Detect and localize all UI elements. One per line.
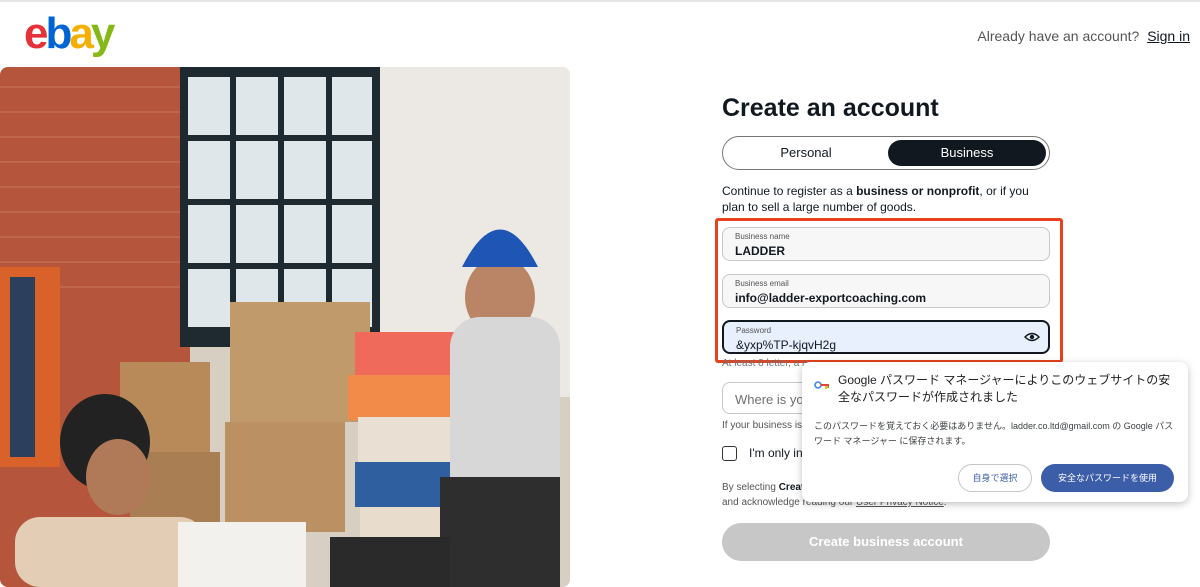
choose-own-password-button[interactable]: 自身で選択 <box>958 464 1032 492</box>
hero-photo-illustration <box>0 67 570 587</box>
create-business-account-button[interactable]: Create business account <box>722 523 1050 561</box>
password-value: &yxp%TP-kjqvH2g <box>736 338 837 352</box>
already-account-text: Already have an account? <box>977 28 1140 44</box>
account-description: Continue to register as a business or no… <box>722 184 1029 214</box>
google-popup-body: このパスワードを覚えておく必要はありません。ladder.co.ltd@gmai… <box>814 421 1174 446</box>
google-password-popup: Google パスワード マネージャーによりこのウェブサイトの安全なパスワードが… <box>802 362 1188 502</box>
account-type-toggle: Personal Business <box>722 136 1050 170</box>
use-strong-password-button[interactable]: 安全なパスワードを使用 <box>1041 464 1174 492</box>
google-key-icon <box>814 381 829 389</box>
legal-text-line1: By selecting Create <box>722 482 810 493</box>
signup-form: Create an account Personal Business Cont… <box>722 92 1052 214</box>
business-email-label: Business email <box>735 279 789 288</box>
password-hint: At least 8 letter, a n <box>722 358 808 369</box>
google-popup-title: Google パスワード マネージャーによりこのウェブサイトの安全なパスワードが… <box>838 373 1171 404</box>
only-interested-checkbox[interactable] <box>722 446 737 461</box>
business-email-value: info@ladder-exportcoaching.com <box>735 291 927 305</box>
page-title: Create an account <box>722 94 939 122</box>
location-help-text: If your business isn <box>722 420 808 431</box>
show-password-icon[interactable] <box>1024 331 1040 343</box>
business-name-label: Business name <box>735 232 790 241</box>
signin-prompt: Already have an account? Sign in <box>977 28 1190 44</box>
top-divider <box>0 0 1200 2</box>
password-field[interactable]: Password &yxp%TP-kjqvH2g <box>722 320 1050 354</box>
business-name-value: LADDER <box>735 244 785 258</box>
password-label: Password <box>736 326 772 335</box>
only-interested-label: I'm only int <box>749 446 806 460</box>
business-email-field[interactable]: Business email info@ladder-exportcoachin… <box>722 274 1050 308</box>
business-name-field[interactable]: Business name LADDER <box>722 227 1050 261</box>
sign-in-link[interactable]: Sign in <box>1147 28 1190 44</box>
tab-business[interactable]: Business <box>888 140 1046 166</box>
hero-photo <box>0 67 570 587</box>
ebay-logo[interactable]: ebay <box>24 12 115 56</box>
tab-personal[interactable]: Personal <box>727 140 885 166</box>
